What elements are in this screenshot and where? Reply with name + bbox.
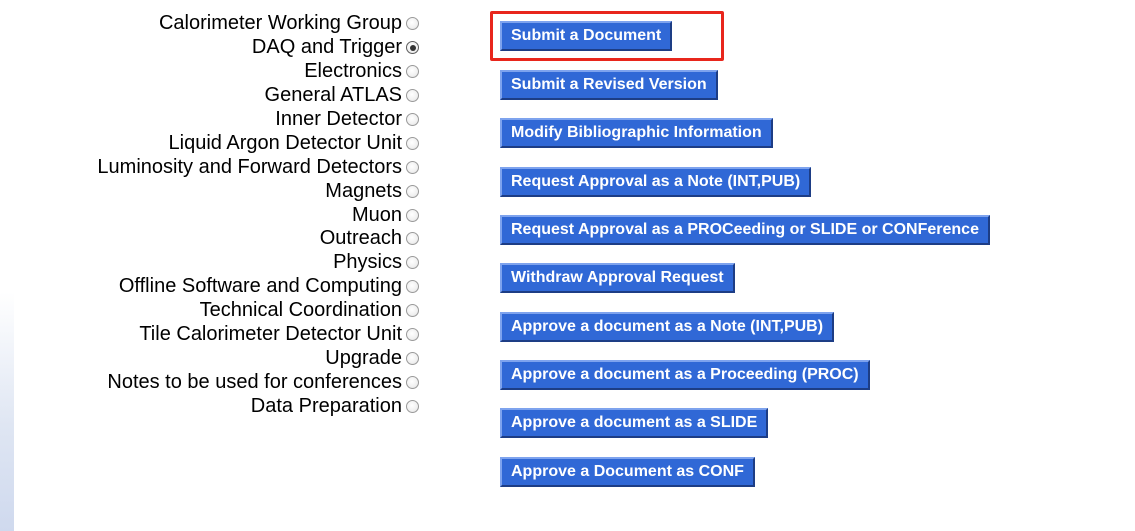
action-button-list: Submit a Document Submit a Revised Versi… xyxy=(0,0,1135,531)
approve-note-button[interactable]: Approve a document as a Note (INT,PUB) xyxy=(500,312,835,342)
submit-revised-version-button[interactable]: Submit a Revised Version xyxy=(500,70,718,100)
approve-slide-button[interactable]: Approve a document as a SLIDE xyxy=(500,408,769,438)
withdraw-approval-request-button[interactable]: Withdraw Approval Request xyxy=(500,263,735,293)
approve-proceeding-button[interactable]: Approve a document as a Proceeding (PROC… xyxy=(500,360,870,390)
approve-conf-button[interactable]: Approve a Document as CONF xyxy=(500,457,755,487)
modify-bibliographic-information-button[interactable]: Modify Bibliographic Information xyxy=(500,118,773,148)
submit-document-button[interactable]: Submit a Document xyxy=(500,21,673,51)
request-approval-note-button[interactable]: Request Approval as a Note (INT,PUB) xyxy=(500,167,812,197)
request-approval-proceeding-slide-conference-button[interactable]: Request Approval as a PROCeeding or SLID… xyxy=(500,215,990,245)
